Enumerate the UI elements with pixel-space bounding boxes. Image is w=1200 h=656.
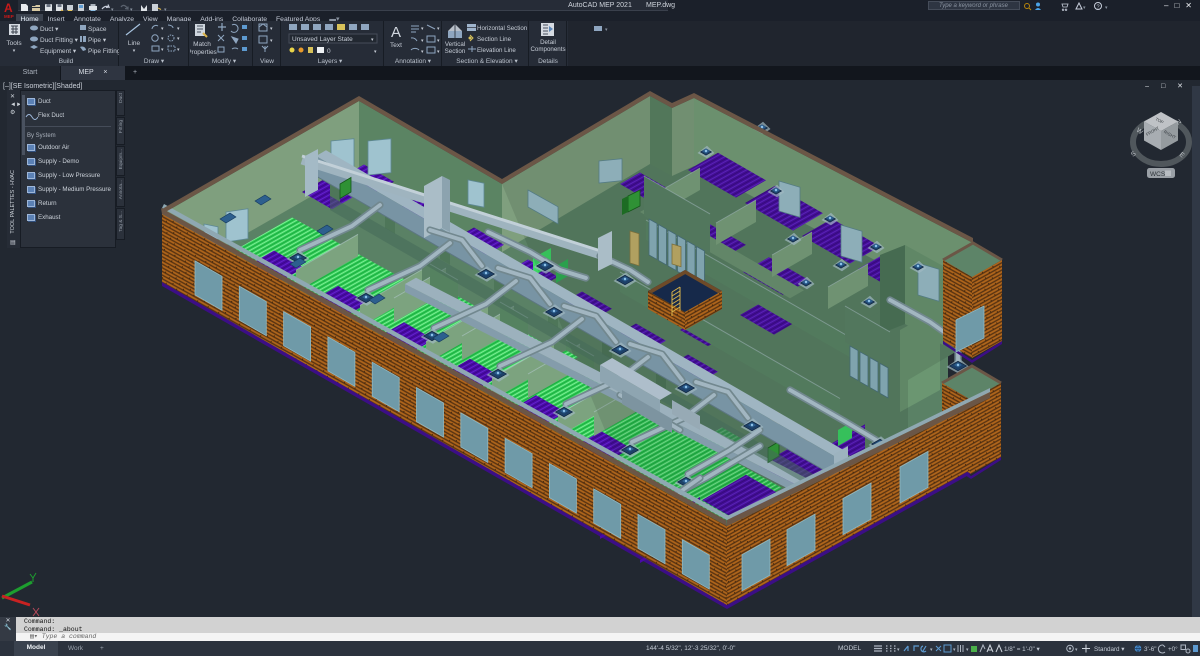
svg-text:Pipe Fitting ▾: Pipe Fitting ▾	[88, 48, 119, 55]
svg-text:Equipment ▾: Equipment ▾	[40, 48, 77, 55]
svg-text:▾: ▾	[177, 36, 180, 42]
svg-text:▾: ▾	[133, 48, 136, 54]
svg-text:▾: ▾	[437, 38, 440, 44]
svg-text:▾: ▾	[161, 36, 164, 42]
svg-text:▾: ▾	[177, 47, 180, 53]
svg-text:Vertical: Vertical	[445, 41, 465, 48]
svg-text:Section Line: Section Line	[477, 36, 512, 43]
svg-text:Modify ▾: Modify ▾	[212, 58, 237, 65]
svg-text:Duct ▾: Duct ▾	[40, 26, 59, 33]
svg-text:▾: ▾	[966, 647, 969, 653]
svg-text:Unsaved Layer State: Unsaved Layer State	[292, 36, 353, 43]
svg-text:▾: ▾	[270, 26, 273, 32]
svg-text:1/8" = 1'-0" ▾: 1/8" = 1'-0" ▾	[1004, 646, 1040, 653]
svg-text:▾: ▾	[930, 647, 933, 653]
svg-text:Line: Line	[128, 40, 141, 47]
svg-text:WCS: WCS	[1150, 171, 1166, 178]
svg-text:▾: ▾	[1075, 647, 1078, 653]
svg-text:Components: Components	[530, 46, 565, 53]
svg-text:Build: Build	[59, 58, 74, 65]
svg-text:Match: Match	[193, 41, 211, 48]
svg-text:▾: ▾	[421, 26, 424, 32]
svg-text:Draw ▾: Draw ▾	[144, 58, 165, 65]
svg-text:Tools: Tools	[6, 40, 22, 47]
svg-text:View: View	[260, 58, 274, 65]
svg-text:▾: ▾	[421, 49, 424, 55]
svg-text:Layers ▾: Layers ▾	[318, 58, 343, 65]
svg-text:▾: ▾	[374, 49, 377, 55]
svg-text:Pipe ▾: Pipe ▾	[88, 37, 107, 44]
svg-text:Annotation ▾: Annotation ▾	[395, 58, 432, 65]
svg-text:A: A	[391, 24, 401, 41]
svg-text:3'-6": 3'-6"	[1144, 646, 1157, 653]
svg-text:▾: ▾	[897, 647, 900, 653]
svg-text:▾: ▾	[605, 27, 608, 33]
svg-text:Text: Text	[390, 42, 402, 49]
svg-text:Horizontal Section: Horizontal Section	[477, 25, 528, 32]
svg-text:Detail: Detail	[540, 39, 556, 46]
svg-text:Duct Fitting ▾: Duct Fitting ▾	[40, 37, 79, 44]
svg-text:▾: ▾	[437, 49, 440, 55]
svg-text:Standard ▾: Standard ▾	[1094, 646, 1124, 653]
svg-text:Elevation Line: Elevation Line	[477, 47, 516, 54]
svg-text:0: 0	[327, 48, 331, 55]
svg-text:▾: ▾	[161, 47, 164, 53]
svg-text:Section: Section	[445, 48, 466, 55]
svg-text:▾: ▾	[270, 38, 273, 44]
svg-text:MEP: MEP	[4, 14, 14, 19]
svg-text:▾: ▾	[437, 26, 440, 32]
svg-text:▾: ▾	[13, 48, 16, 54]
svg-text:▾: ▾	[161, 26, 164, 32]
svg-text:Properties: Properties	[190, 49, 218, 56]
svg-text:+0°: +0°	[1168, 645, 1178, 653]
svg-text:A: A	[4, 1, 13, 15]
svg-text:Section & Elevation ▾: Section & Elevation ▾	[456, 58, 518, 65]
svg-text:?: ?	[1097, 5, 1100, 11]
svg-text:▾: ▾	[421, 38, 424, 44]
svg-text:Space: Space	[88, 26, 107, 33]
svg-text:▾: ▾	[953, 647, 956, 653]
svg-text:▾: ▾	[177, 26, 180, 32]
svg-text:Details: Details	[538, 58, 559, 65]
